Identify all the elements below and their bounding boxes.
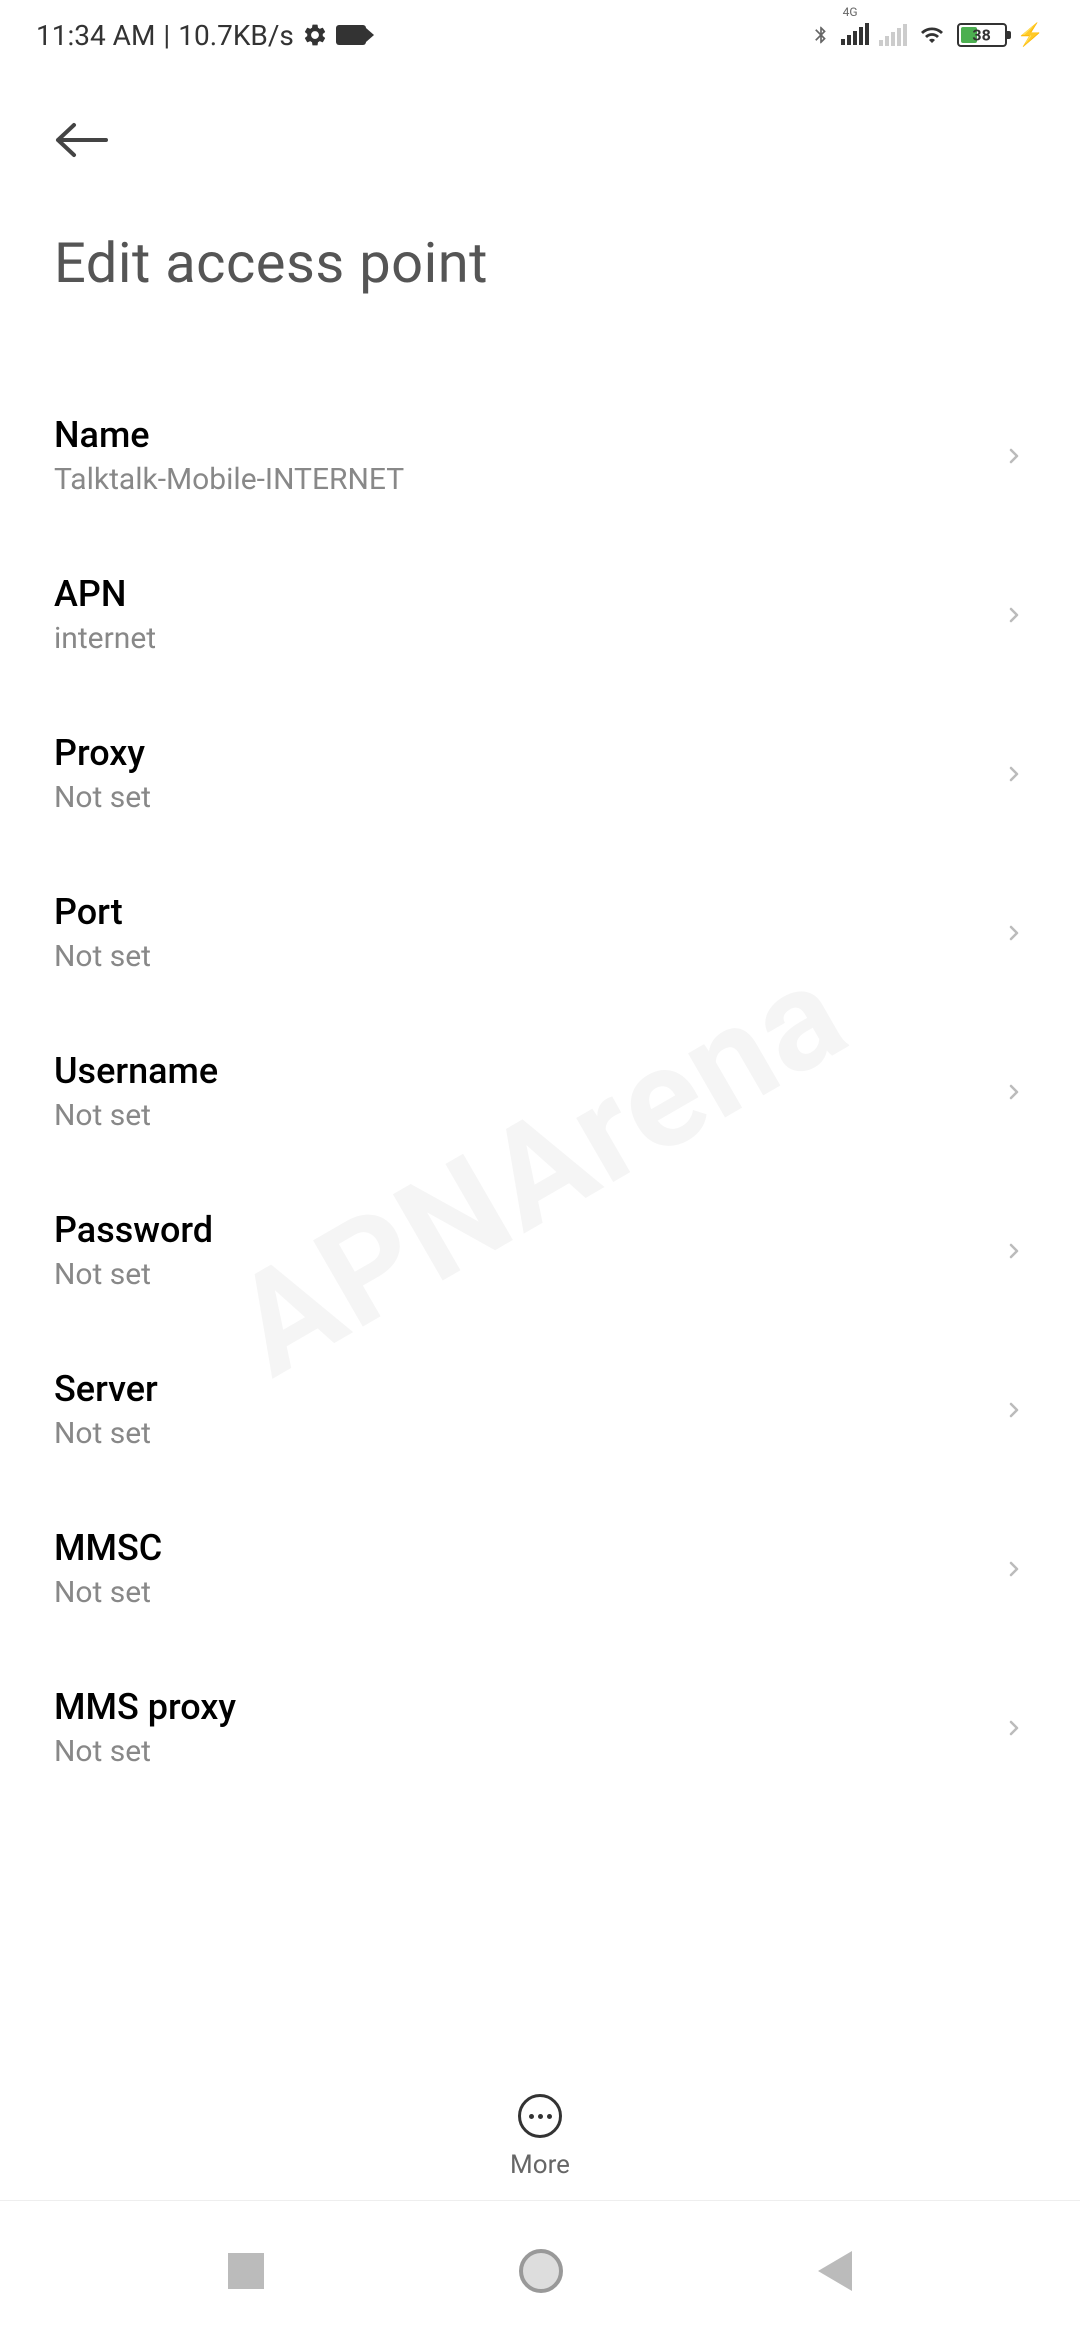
camera-icon [336, 25, 366, 45]
nav-back-button[interactable] [818, 2251, 852, 2291]
item-label: Server [54, 1368, 1002, 1410]
status-time: 11:34 AM [36, 19, 155, 52]
signal-icon-sim1 [841, 23, 869, 45]
settings-item-name[interactable]: Name Talktalk-Mobile-INTERNET [0, 376, 1080, 535]
settings-item-mmsc[interactable]: MMSC Not set [0, 1489, 1080, 1648]
more-icon [518, 2094, 562, 2138]
status-right: 4G 38 [811, 19, 1044, 52]
chevron-right-icon [1002, 1239, 1026, 1263]
chevron-right-icon [1002, 762, 1026, 786]
battery-percent: 38 [972, 26, 990, 45]
settings-item-username[interactable]: Username Not set [0, 1012, 1080, 1171]
settings-list: Name Talktalk-Mobile-INTERNET APN intern… [0, 316, 1080, 1807]
item-value: Not set [54, 1098, 1002, 1133]
status-separator: | [163, 19, 170, 52]
item-value: Not set [54, 780, 1002, 815]
item-label: Username [54, 1050, 1002, 1092]
header: Edit access point [0, 70, 1080, 316]
gear-icon [302, 22, 328, 48]
status-bar: 11:34 AM | 10.7KB/s 4G [0, 0, 1080, 70]
item-value: Not set [54, 1416, 1002, 1451]
nav-recents-button[interactable] [228, 2253, 264, 2289]
settings-item-password[interactable]: Password Not set [0, 1171, 1080, 1330]
bluetooth-icon [811, 21, 831, 49]
chevron-right-icon [1002, 603, 1026, 627]
chevron-right-icon [1002, 921, 1026, 945]
back-arrow-icon [54, 121, 108, 159]
item-value: Not set [54, 1734, 1002, 1769]
settings-item-port[interactable]: Port Not set [0, 853, 1080, 1012]
settings-item-proxy[interactable]: Proxy Not set [0, 694, 1080, 853]
item-value: internet [54, 621, 1002, 656]
chevron-right-icon [1002, 1080, 1026, 1104]
navigation-bar [0, 2200, 1080, 2340]
charging-icon: ⚡ [1017, 23, 1044, 48]
more-label: More [510, 2150, 570, 2180]
chevron-right-icon [1002, 1716, 1026, 1740]
back-button[interactable] [54, 110, 114, 170]
item-label: Port [54, 891, 1002, 933]
chevron-right-icon [1002, 444, 1026, 468]
item-value: Not set [54, 939, 1002, 974]
nav-home-button[interactable] [519, 2249, 563, 2293]
item-label: Proxy [54, 732, 1002, 774]
battery-icon: 38 [957, 23, 1007, 47]
status-data-rate: 10.7KB/s [178, 19, 294, 52]
item-label: Name [54, 414, 1002, 456]
item-label: MMS proxy [54, 1686, 1002, 1728]
item-value: Not set [54, 1257, 1002, 1292]
item-label: MMSC [54, 1527, 1002, 1569]
item-label: Password [54, 1209, 1002, 1251]
settings-item-mms-proxy[interactable]: MMS proxy Not set [0, 1648, 1080, 1807]
more-button[interactable]: More [0, 2074, 1080, 2180]
settings-item-server[interactable]: Server Not set [0, 1330, 1080, 1489]
item-value: Talktalk-Mobile-INTERNET [54, 462, 1002, 497]
settings-item-apn[interactable]: APN internet [0, 535, 1080, 694]
signal-icon-sim2 [879, 24, 907, 46]
network-type-label: 4G [843, 5, 858, 19]
wifi-icon [917, 23, 947, 47]
status-left: 11:34 AM | 10.7KB/s [36, 19, 366, 52]
chevron-right-icon [1002, 1398, 1026, 1422]
item-label: APN [54, 573, 1002, 615]
chevron-right-icon [1002, 1557, 1026, 1581]
item-value: Not set [54, 1575, 1002, 1610]
page-title: Edit access point [54, 230, 1026, 296]
